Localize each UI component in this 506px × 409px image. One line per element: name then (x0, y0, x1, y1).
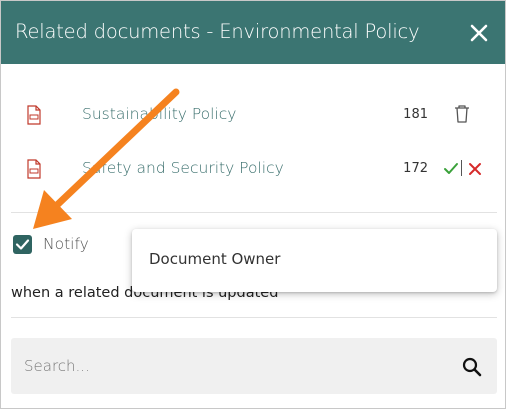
document-row: Safety and Security Policy 172 (1, 149, 505, 189)
confirm-delete-button[interactable] (443, 161, 459, 177)
related-documents-dialog: Related documents - Environmental Policy… (0, 0, 506, 409)
delete-button[interactable] (453, 104, 471, 124)
section-divider (11, 317, 497, 318)
close-icon (470, 24, 488, 42)
notify-checkbox[interactable] (13, 235, 32, 254)
checkmark-icon (444, 163, 458, 174)
document-link[interactable]: Safety and Security Policy (82, 159, 284, 177)
action-separator (461, 160, 462, 176)
dialog-header: Related documents - Environmental Policy (1, 1, 505, 64)
document-link[interactable]: Sustainability Policy (82, 105, 236, 123)
x-icon (469, 163, 481, 175)
section-divider (11, 212, 497, 213)
dialog-title: Related documents - Environmental Policy (15, 20, 420, 43)
document-row: Sustainability Policy 181 (1, 95, 505, 135)
dropdown-option-label: Document Owner (149, 250, 281, 268)
checkmark-icon (15, 239, 30, 250)
search-button[interactable] (461, 356, 483, 378)
notify-recipient-dropdown: Document Owner (132, 229, 497, 292)
pdf-document-icon (27, 105, 41, 125)
document-count: 181 (403, 107, 428, 122)
trash-icon (455, 105, 469, 123)
notify-label: Notify (43, 235, 89, 253)
close-button[interactable] (467, 21, 491, 45)
search-box (11, 338, 497, 394)
dropdown-option-document-owner[interactable]: Document Owner (132, 229, 497, 292)
search-input[interactable] (11, 338, 451, 394)
pdf-document-icon (27, 159, 41, 179)
document-count: 172 (403, 161, 428, 176)
search-icon (462, 357, 482, 377)
cancel-delete-button[interactable] (467, 161, 483, 177)
